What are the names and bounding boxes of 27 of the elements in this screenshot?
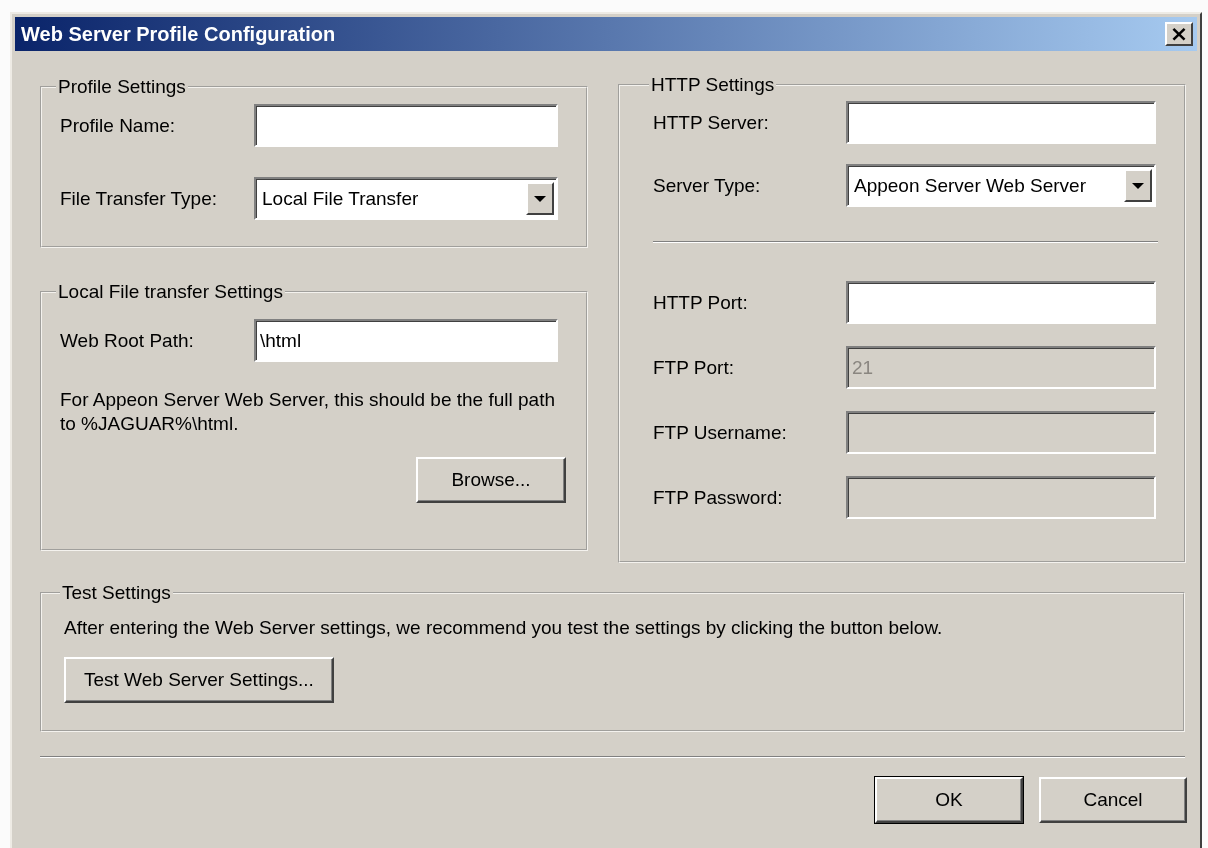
field-label: HTTP Server: — [653, 111, 770, 134]
field-label: HTTP Port: — [653, 291, 749, 314]
field-label: File Transfer Type: — [60, 187, 218, 210]
dropdown[interactable]: Local File Transfer — [254, 177, 558, 220]
dropdown[interactable]: Appeon Server Web Server — [846, 164, 1156, 207]
group-title: Profile Settings — [57, 76, 187, 98]
text-field[interactable] — [254, 104, 558, 147]
field-label: Profile Name: — [60, 114, 177, 137]
text-field[interactable] — [846, 281, 1156, 324]
field-label: Server Type: — [653, 174, 762, 197]
text-field[interactable] — [846, 101, 1156, 144]
field-label: FTP Password: — [653, 486, 784, 509]
group-title: HTTP Settings — [650, 74, 776, 96]
field-label: FTP Username: — [653, 421, 788, 444]
field-label: FTP Port: — [653, 356, 735, 379]
window-title: Web Server Profile Configuration — [21, 22, 336, 46]
help-text: For Appeon Server Web Server, this should be the full path to %JAGUAR%\html. — [60, 388, 556, 436]
browse-button[interactable]: Browse... — [416, 457, 566, 503]
test-settings-button[interactable]: Test Web Server Settings... — [64, 657, 334, 703]
text-field[interactable]: \html — [254, 319, 558, 362]
ok-button[interactable]: OK — [875, 777, 1023, 823]
group-title: Local File transfer Settings — [57, 281, 284, 303]
field-label: Web Root Path: — [60, 329, 195, 352]
cancel-button[interactable]: Cancel — [1039, 777, 1187, 823]
help-text: After entering the Web Server settings, we recommend you test the settings by clicking the button below. — [64, 616, 944, 640]
group-title: Test Settings — [61, 582, 172, 604]
close-button[interactable]: × — [1165, 22, 1193, 46]
